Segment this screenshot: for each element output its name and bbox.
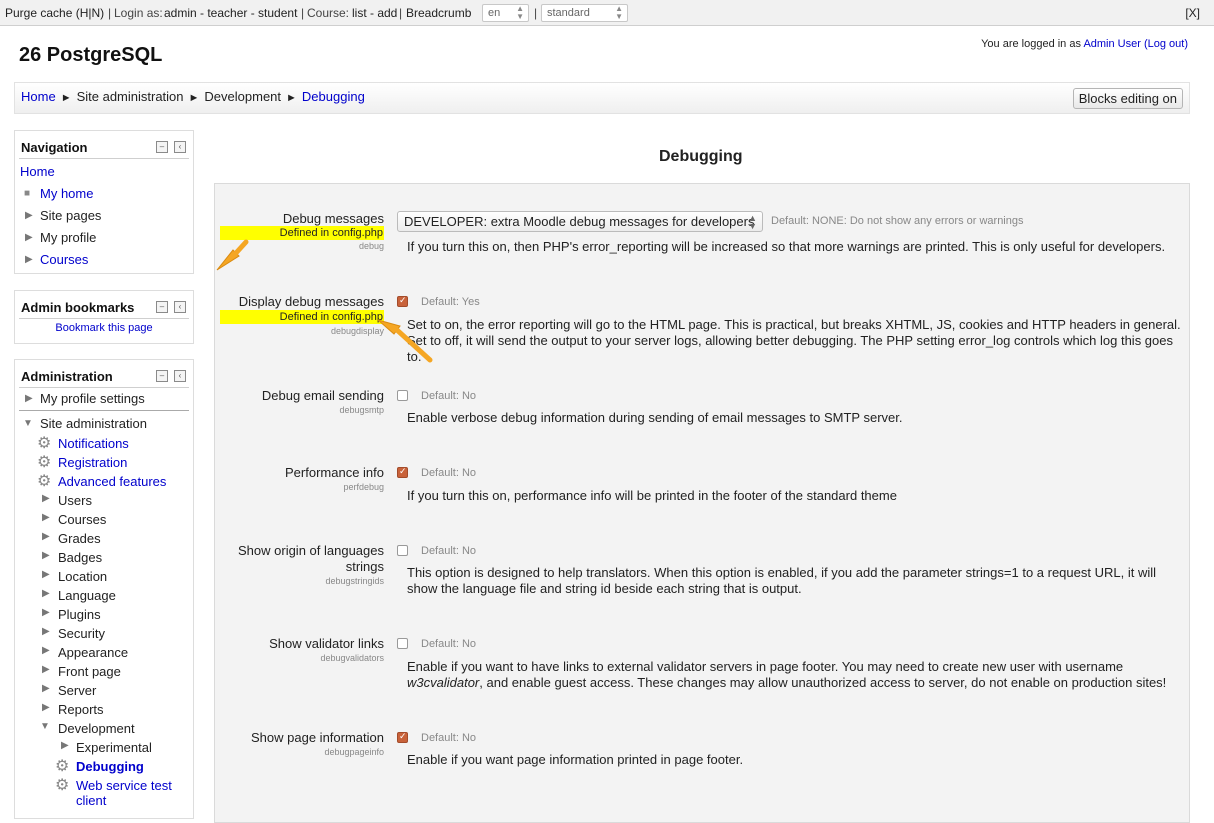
annotation-arrows — [216, 239, 433, 363]
annotation-arrow-icon — [216, 239, 249, 271]
annotation-arrow-icon — [377, 319, 433, 363]
